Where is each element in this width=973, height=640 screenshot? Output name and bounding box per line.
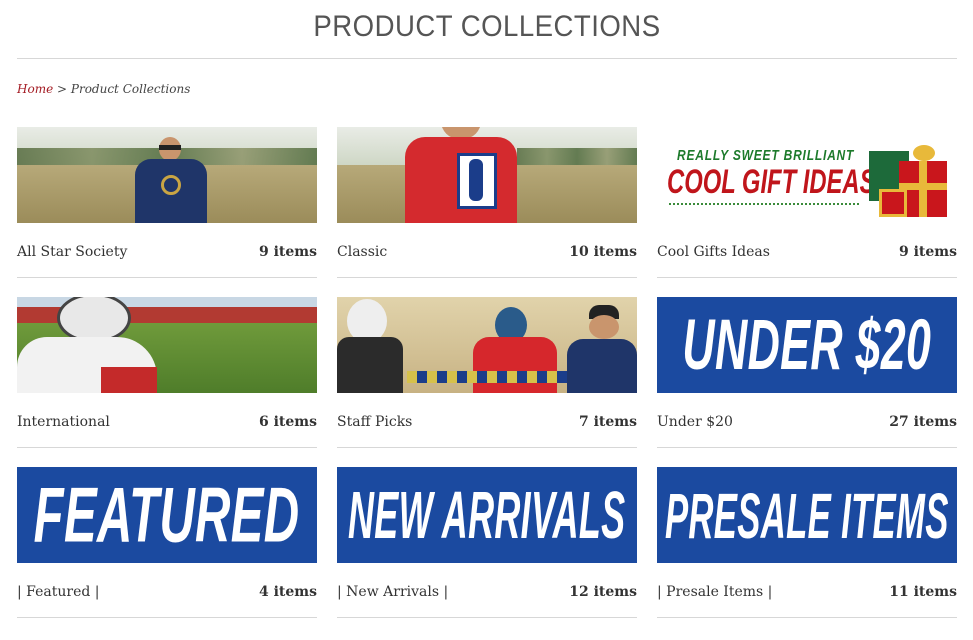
- collection-card[interactable]: All Star Society 9 items: [17, 127, 317, 297]
- title-divider: [17, 58, 957, 59]
- person-figure: [135, 137, 207, 223]
- collection-name[interactable]: Under $20: [657, 414, 733, 430]
- gift-box-icon: [869, 141, 949, 219]
- collection-count: 4 items: [258, 584, 317, 600]
- banner-text: PRESALE ITEMS: [665, 478, 949, 552]
- breadcrumb-home-link[interactable]: Home: [17, 82, 53, 96]
- collection-count: 12 items: [569, 584, 637, 600]
- card-divider: [337, 277, 637, 278]
- banner-text: UNDER $20: [682, 305, 932, 385]
- collection-count: 7 items: [578, 414, 637, 430]
- gift-tagline: REALLY SWEET BRILLIANT: [677, 147, 855, 164]
- lacrosse-sticks: [407, 371, 567, 383]
- card-divider: [657, 277, 957, 278]
- collection-name[interactable]: | Featured |: [17, 584, 100, 600]
- collection-image-classic[interactable]: [337, 127, 637, 223]
- breadcrumb: Home > Product Collections: [17, 82, 190, 96]
- collection-card[interactable]: Classic 10 items: [337, 127, 637, 297]
- collections-grid: All Star Society 9 items Classic 10 item…: [17, 127, 957, 637]
- collection-card[interactable]: NEW ARRIVALS | New Arrivals | 12 items: [337, 467, 637, 637]
- page-title: PRODUCT COLLECTIONS: [313, 10, 661, 43]
- card-divider: [17, 447, 317, 448]
- collection-name[interactable]: | New Arrivals |: [337, 584, 448, 600]
- gift-headline: COOL GIFT IDEAS: [667, 163, 876, 201]
- collection-image-presale-items[interactable]: PRESALE ITEMS: [657, 467, 957, 563]
- collection-image-cool-gift-ideas[interactable]: REALLY SWEET BRILLIANT COOL GIFT IDEAS: [657, 127, 957, 223]
- collection-card[interactable]: PRESALE ITEMS | Presale Items | 11 items: [657, 467, 957, 637]
- collection-name[interactable]: All Star Society: [17, 244, 127, 260]
- person-figure: [405, 127, 525, 223]
- collection-image-staff-picks[interactable]: [337, 297, 637, 393]
- card-divider: [337, 617, 637, 618]
- card-divider: [337, 447, 637, 448]
- banner-text: FEATURED: [34, 471, 300, 559]
- collection-card[interactable]: Staff Picks 7 items: [337, 297, 637, 467]
- collection-name[interactable]: Cool Gifts Ideas: [657, 244, 770, 260]
- player-figure: [17, 297, 167, 393]
- person-figure: [567, 305, 637, 393]
- collection-image-new-arrivals[interactable]: NEW ARRIVALS: [337, 467, 637, 563]
- collection-count: 9 items: [258, 244, 317, 260]
- card-divider: [657, 617, 957, 618]
- collection-count: 9 items: [898, 244, 957, 260]
- collection-count: 27 items: [889, 414, 957, 430]
- collection-image-all-star-society[interactable]: [17, 127, 317, 223]
- collection-image-international[interactable]: [17, 297, 317, 393]
- breadcrumb-separator: >: [57, 82, 68, 96]
- breadcrumb-current: Product Collections: [70, 82, 191, 96]
- collection-card[interactable]: FEATURED | Featured | 4 items: [17, 467, 317, 637]
- collection-image-under-20[interactable]: UNDER $20: [657, 297, 957, 393]
- collection-card[interactable]: REALLY SWEET BRILLIANT COOL GIFT IDEAS C…: [657, 127, 957, 297]
- collection-count: 11 items: [889, 584, 957, 600]
- collection-name[interactable]: International: [17, 414, 110, 430]
- collection-count: 6 items: [258, 414, 317, 430]
- collection-name[interactable]: | Presale Items |: [657, 584, 772, 600]
- collection-image-featured[interactable]: FEATURED: [17, 467, 317, 563]
- card-divider: [17, 617, 317, 618]
- collection-name[interactable]: Classic: [337, 244, 387, 260]
- collection-card[interactable]: International 6 items: [17, 297, 317, 467]
- collection-count: 10 items: [569, 244, 637, 260]
- banner-text: NEW ARRIVALS: [348, 477, 626, 553]
- person-figure: [337, 297, 407, 393]
- card-divider: [17, 277, 317, 278]
- collection-card[interactable]: UNDER $20 Under $20 27 items: [657, 297, 957, 467]
- collection-name[interactable]: Staff Picks: [337, 414, 412, 430]
- lights-strand: [669, 203, 859, 205]
- card-divider: [657, 447, 957, 448]
